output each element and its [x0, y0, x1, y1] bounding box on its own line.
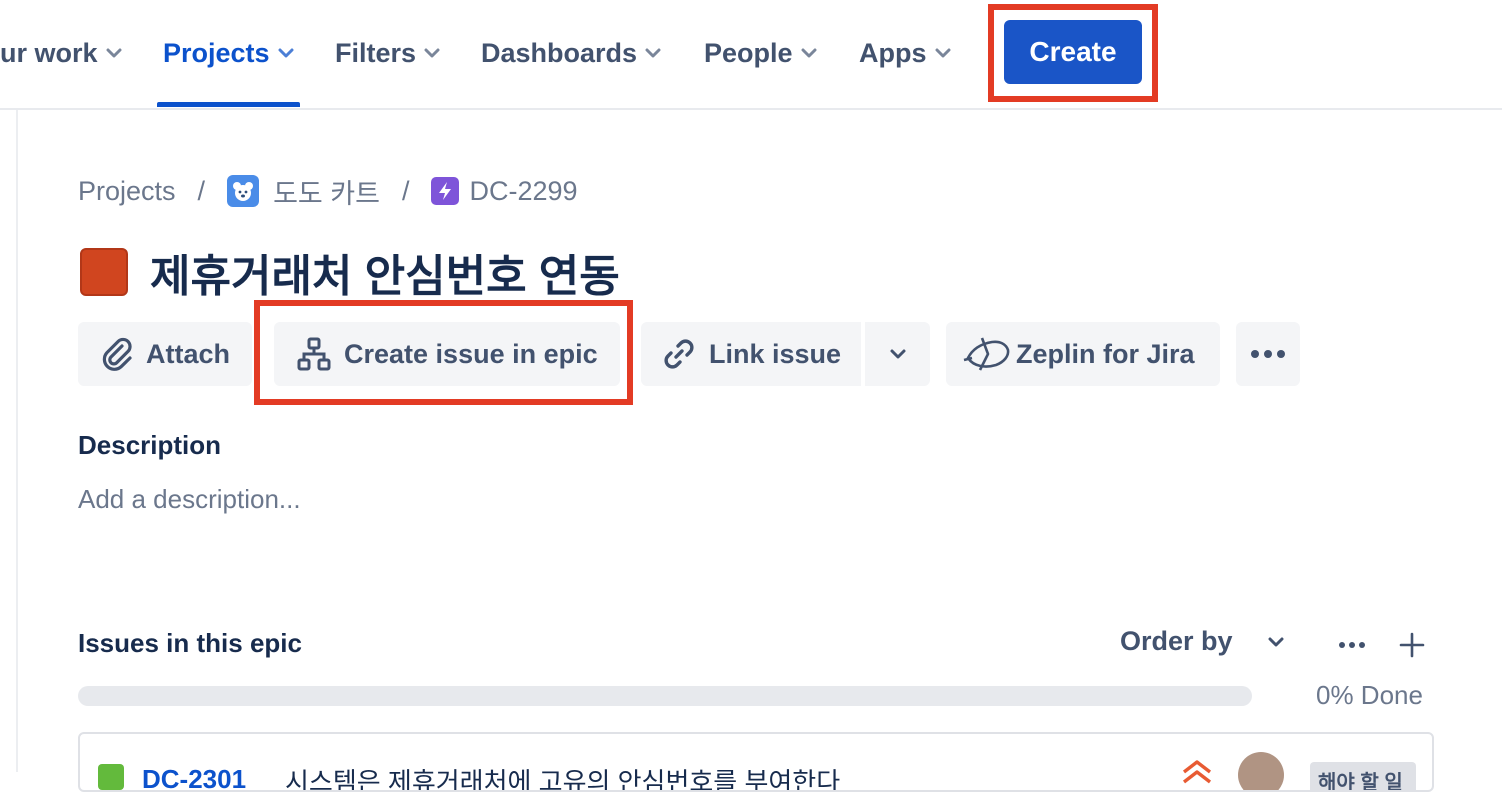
nav-people-label: People [704, 37, 793, 68]
breadcrumb-project[interactable]: 도도 카트 [273, 172, 380, 211]
active-tab-indicator [157, 102, 300, 107]
nav-apps-label: Apps [859, 37, 927, 68]
zeplin-icon [962, 334, 1012, 374]
add-child-issue-button[interactable] [1394, 628, 1430, 662]
chevron-down-icon [278, 48, 294, 58]
breadcrumb-projects[interactable]: Projects [78, 176, 176, 207]
plus-icon [1398, 631, 1426, 659]
epic-color-icon [80, 248, 128, 296]
epic-progress-bar [78, 686, 1252, 706]
breadcrumb-separator: / [197, 175, 206, 206]
nav-your-work-label: ur work [0, 37, 98, 68]
nav-dashboards-label: Dashboards [481, 37, 638, 68]
attach-button[interactable]: Attach [78, 322, 252, 386]
nav-people[interactable]: People [704, 34, 817, 72]
avatar[interactable] [1238, 752, 1284, 790]
zeplin-for-jira-label: Zeplin for Jira [1016, 338, 1195, 369]
issue-summary[interactable]: 시스템은 제휴거래처에 고유의 안심번호를 부여한다 [285, 762, 840, 790]
status-badge[interactable]: 해야 할 일 [1310, 762, 1416, 790]
nav-your-work[interactable]: ur work [0, 34, 122, 72]
chevron-down-icon [645, 48, 661, 58]
nav-filters-label: Filters [335, 37, 417, 68]
description-heading: Description [78, 430, 222, 460]
chevron-down-icon [424, 48, 440, 58]
order-by-dropdown[interactable]: Order by [1120, 626, 1285, 657]
breadcrumb-issue-key[interactable]: DC-2299 [469, 176, 577, 207]
more-actions-button[interactable] [1236, 322, 1300, 386]
nav-projects[interactable]: Projects [163, 34, 294, 72]
order-by-label: Order by [1120, 626, 1233, 656]
zeplin-for-jira-button[interactable]: Zeplin for Jira [946, 322, 1220, 386]
nav-apps[interactable]: Apps [859, 34, 951, 72]
project-avatar-icon [227, 175, 260, 207]
link-issue-label: Link issue [709, 338, 842, 369]
nav-filters[interactable]: Filters [335, 34, 440, 72]
create-issue-in-epic-button[interactable]: Create issue in epic [274, 322, 620, 386]
breadcrumb-separator: / [401, 175, 410, 206]
chevron-down-icon [889, 348, 907, 360]
chevron-down-icon [935, 48, 951, 58]
chevron-down-icon [1267, 636, 1285, 648]
more-icon [1338, 641, 1366, 649]
sidebar-divider [16, 110, 18, 772]
chevron-down-icon [106, 48, 122, 58]
hierarchy-icon [296, 336, 332, 372]
description-field[interactable]: Add a description... [78, 484, 301, 515]
epic-more-button[interactable] [1332, 632, 1372, 658]
issue-title[interactable]: 제휴거래처 안심번호 연동 [150, 240, 620, 304]
chevron-down-icon [801, 48, 817, 58]
nav-projects-label: Projects [163, 37, 270, 68]
priority-high-icon [1180, 756, 1214, 790]
issue-key-link[interactable]: DC-2301 [142, 764, 246, 790]
table-row[interactable]: DC-2301 시스템은 제휴거래처에 고유의 안심번호를 부여한다 해야 할 … [78, 732, 1434, 792]
link-issue-dropdown-button[interactable] [865, 322, 930, 386]
attach-label: Attach [146, 338, 231, 369]
more-icon [1250, 349, 1286, 359]
link-issue-button[interactable]: Link issue [641, 322, 861, 386]
issues-in-epic-heading: Issues in this epic [78, 628, 302, 658]
breadcrumb: Projects / 도도 카트 / DC-2299 [78, 170, 578, 212]
nav-dashboards[interactable]: Dashboards [481, 34, 661, 72]
progress-done-text: 0% Done [1316, 680, 1423, 710]
paperclip-icon [100, 337, 134, 371]
top-navigation: ur work Projects Filters Dashboards Peop… [0, 0, 1502, 110]
create-issue-in-epic-label: Create issue in epic [344, 338, 598, 369]
create-button[interactable]: Create [1004, 20, 1142, 84]
link-icon [661, 336, 697, 372]
story-icon [98, 764, 124, 790]
epic-icon [431, 177, 460, 205]
